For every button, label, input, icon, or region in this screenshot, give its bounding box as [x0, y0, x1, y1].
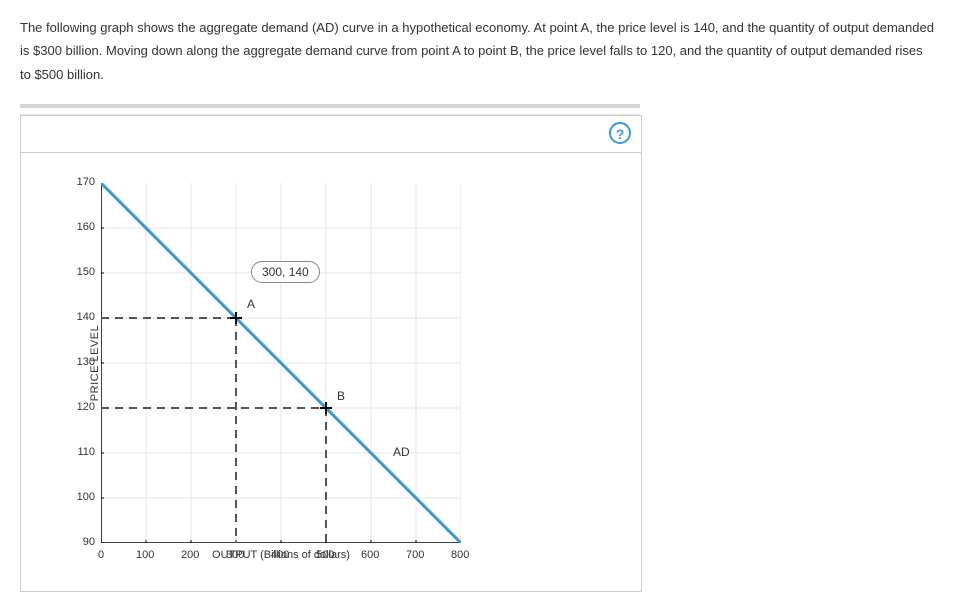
ytick: 160 [77, 221, 95, 233]
xtick: 800 [451, 549, 469, 561]
chart-svg [101, 183, 461, 543]
point-tooltip: 300, 140 [251, 261, 320, 283]
point-b-label: B [337, 389, 345, 403]
ytick: 100 [77, 491, 95, 503]
ytick: 150 [77, 266, 95, 278]
section-divider [20, 104, 640, 115]
series-ad-label: AD [393, 445, 410, 459]
xtick: 0 [98, 549, 104, 561]
xtick: 700 [406, 549, 424, 561]
help-button[interactable]: ? [609, 122, 631, 144]
xtick: 400 [271, 549, 289, 561]
chart-panel: ? PRICE LEVEL [20, 115, 642, 592]
xtick: 300 [226, 549, 244, 561]
ytick: 90 [83, 536, 95, 548]
ytick: 120 [77, 401, 95, 413]
chart-body: PRICE LEVEL [21, 153, 641, 591]
ytick: 140 [77, 311, 95, 323]
ytick: 170 [77, 176, 95, 188]
chart-toolbar: ? [21, 116, 641, 153]
xtick: 200 [181, 549, 199, 561]
plot-area[interactable]: PRICE LEVEL [101, 183, 461, 543]
xtick: 100 [136, 549, 154, 561]
ytick: 110 [77, 446, 95, 458]
point-a-label: A [247, 297, 255, 311]
ytick: 130 [77, 356, 95, 368]
xtick: 500 [316, 549, 334, 561]
question-text: The following graph shows the aggregate … [20, 16, 936, 86]
xtick: 600 [361, 549, 379, 561]
